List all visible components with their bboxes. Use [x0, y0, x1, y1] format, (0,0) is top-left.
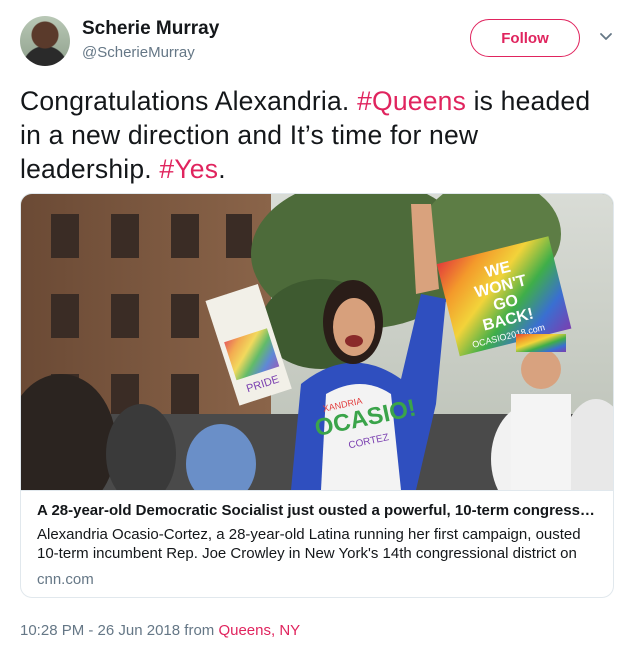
timestamp-from: from	[180, 622, 219, 639]
hashtag-link[interactable]: #Queens	[357, 86, 466, 116]
timestamp-time[interactable]: 10:28 PM - 26 Jun 2018	[20, 622, 180, 639]
card-image[interactable]: PRIDE WE WON'T GO BACK! OCASIO2018.com O…	[21, 194, 614, 490]
avatar[interactable]	[20, 16, 70, 66]
chevron-down-icon[interactable]	[598, 28, 614, 44]
card-body[interactable]: A 28-year-old Democratic Socialist just …	[21, 490, 613, 597]
hashtag-link[interactable]: #Yes	[159, 154, 218, 184]
author-name[interactable]: Scherie Murray	[82, 18, 219, 40]
location-link[interactable]: Queens, NY	[218, 622, 300, 639]
tweet-text-part: .	[218, 154, 226, 184]
follow-button[interactable]: Follow	[470, 19, 580, 57]
tweet-header: Scherie Murray @ScherieMurray Follow	[20, 16, 614, 68]
tweet-timestamp: 10:28 PM - 26 Jun 2018 from Queens, NY	[20, 622, 300, 639]
author-handle[interactable]: @ScherieMurray	[82, 44, 195, 61]
card-domain: cnn.com	[37, 571, 94, 588]
link-card[interactable]: PRIDE WE WON'T GO BACK! OCASIO2018.com O…	[20, 193, 614, 598]
card-description: Alexandria Ocasio-Cortez, a 28-year-old …	[37, 526, 581, 562]
card-title[interactable]: A 28-year-old Democratic Socialist just …	[37, 502, 597, 519]
tweet-text-part: Congratulations Alexandria.	[20, 86, 358, 116]
tweet-text: Congratulations Alexandria. #Queens is h…	[20, 84, 610, 186]
